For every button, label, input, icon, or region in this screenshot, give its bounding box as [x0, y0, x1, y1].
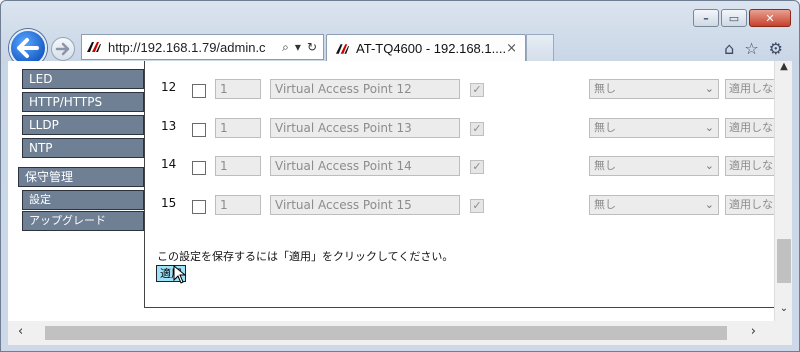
row-name-field: Virtual Access Point 15 — [270, 195, 460, 215]
vertical-scroll-thumb[interactable] — [777, 239, 791, 283]
mouse-cursor-icon — [173, 265, 187, 284]
dropdown-icon[interactable]: ▾ — [295, 40, 301, 55]
row-enabled-checkbox: ✓ — [470, 122, 484, 136]
row-enabled-checkbox: ✓ — [470, 160, 484, 174]
row-select: 無し ⌄ — [589, 79, 719, 99]
row-name-field: Virtual Access Point 13 — [270, 118, 460, 138]
search-icon[interactable]: ⌕ — [282, 40, 289, 55]
sidebar: LED HTTP/HTTPS LLDP NTP 保守管理 設定 アップグレード — [8, 61, 144, 321]
row-number: 13 — [161, 119, 177, 133]
row-select-value: 無し — [594, 198, 616, 211]
row-checkbox[interactable] — [192, 123, 206, 137]
row-select: 無し ⌄ — [589, 156, 719, 176]
window-controls: – ▭ ✕ — [693, 9, 791, 27]
horizontal-scroll-thumb[interactable] — [45, 326, 727, 340]
maximize-icon: ▭ — [728, 11, 740, 25]
row-apply-toggle: 適用しない — [725, 195, 781, 215]
forward-arrow-icon — [55, 42, 70, 56]
row-apply-toggle: 適用しない — [725, 118, 781, 138]
save-instruction: この設定を保存するには「適用」をクリックしてください。 — [157, 250, 454, 263]
chevron-down-icon: ⌄ — [704, 198, 714, 211]
forward-button[interactable] — [51, 37, 75, 61]
table-row: 15 1 Virtual Access Point 15 ✓ 無し ⌄ 適用しない — [145, 192, 781, 216]
minimize-icon: – — [703, 11, 709, 25]
minimize-button[interactable]: – — [693, 9, 719, 27]
browser-toolbar-right: ⌂ ☆ ⚙ — [724, 39, 783, 58]
chevron-down-icon: ⌄ — [704, 82, 714, 95]
row-enabled-checkbox: ✓ — [470, 83, 484, 97]
refresh-icon[interactable]: ↻ — [307, 40, 317, 55]
chevron-down-icon: ⌄ — [704, 159, 714, 172]
row-select-value: 無し — [594, 82, 616, 95]
chevron-down-icon: ⌄ — [704, 121, 714, 134]
row-select-value: 無し — [594, 121, 616, 134]
site-logo-icon — [87, 42, 101, 52]
row-name-field: Virtual Access Point 12 — [270, 79, 460, 99]
row-apply-toggle: 適用しない — [725, 79, 781, 99]
url-text[interactable]: http://192.168.1.79/admin.c — [108, 40, 268, 55]
row-index-field: 1 — [215, 118, 261, 138]
tab-title: AT-TQ4600 - 192.168.1.... — [356, 41, 507, 56]
table-row: 13 1 Virtual Access Point 13 ✓ 無し ⌄ 適用しない — [145, 115, 781, 139]
row-apply-toggle: 適用しない — [725, 156, 781, 176]
address-tools: ⌕ ▾ ↻ — [282, 40, 317, 55]
row-number: 12 — [161, 80, 177, 94]
address-bar[interactable]: http://192.168.1.79/admin.c ⌕ ▾ ↻ — [81, 34, 324, 60]
row-checkbox[interactable] — [192, 84, 206, 98]
scroll-right-icon[interactable]: › — [751, 324, 756, 339]
scroll-left-icon[interactable]: ‹ — [18, 324, 23, 339]
row-select: 無し ⌄ — [589, 118, 719, 138]
row-checkbox[interactable] — [192, 200, 206, 214]
maximize-button[interactable]: ▭ — [721, 9, 747, 27]
sidebar-section-maintenance[interactable]: 保守管理 — [18, 167, 144, 187]
row-index-field: 1 — [215, 195, 261, 215]
vertical-scrollbar[interactable]: ▲ ⌄ — [774, 61, 792, 321]
tab-close-icon[interactable]: × — [506, 41, 517, 56]
row-index-field: 1 — [215, 156, 261, 176]
sidebar-item-lldp[interactable]: LLDP — [22, 115, 144, 135]
horizontal-scrollbar[interactable]: ‹ › — [8, 321, 792, 345]
sidebar-item-led[interactable]: LED — [22, 69, 144, 89]
table-row: 12 1 Virtual Access Point 12 ✓ 無し ⌄ 適用しない — [145, 76, 781, 100]
sidebar-item-upgrade[interactable]: アップグレード — [22, 211, 144, 231]
row-select: 無し ⌄ — [589, 195, 719, 215]
close-icon: ✕ — [765, 11, 775, 25]
sidebar-item-ntp[interactable]: NTP — [22, 138, 144, 158]
scroll-up-icon[interactable]: ▲ — [775, 61, 792, 75]
site-logo-icon — [335, 43, 350, 54]
new-tab-button[interactable] — [526, 34, 554, 62]
home-icon[interactable]: ⌂ — [724, 39, 734, 58]
table-row: 14 1 Virtual Access Point 14 ✓ 無し ⌄ 適用しない — [145, 153, 781, 177]
sidebar-item-settings[interactable]: 設定 — [22, 190, 144, 210]
page-viewport: LED HTTP/HTTPS LLDP NTP 保守管理 設定 アップグレード … — [8, 61, 792, 321]
star-icon[interactable]: ☆ — [744, 39, 758, 58]
row-number: 15 — [161, 196, 177, 210]
main-content: 12 1 Virtual Access Point 12 ✓ 無し ⌄ 適用しない… — [144, 61, 781, 308]
sidebar-item-http-https[interactable]: HTTP/HTTPS — [22, 92, 144, 112]
row-index-field: 1 — [215, 79, 261, 99]
gear-icon[interactable]: ⚙ — [769, 39, 783, 58]
close-window-button[interactable]: ✕ — [749, 9, 791, 27]
row-enabled-checkbox: ✓ — [470, 199, 484, 213]
scroll-down-icon[interactable]: ⌄ — [775, 303, 792, 321]
row-number: 14 — [161, 157, 177, 171]
back-arrow-icon — [17, 38, 39, 58]
row-checkbox[interactable] — [192, 161, 206, 175]
active-tab[interactable]: AT-TQ4600 - 192.168.1.... × — [326, 34, 526, 62]
row-select-value: 無し — [594, 159, 616, 172]
row-name-field: Virtual Access Point 14 — [270, 156, 460, 176]
